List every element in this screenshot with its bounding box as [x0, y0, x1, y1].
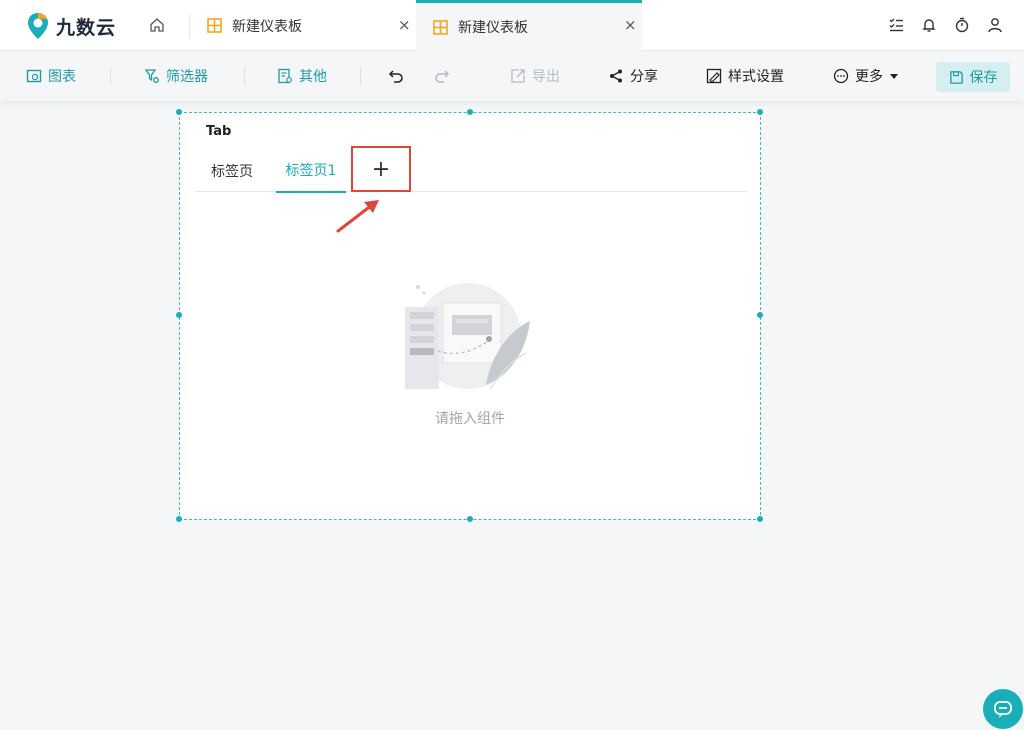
bell-icon[interactable] [920, 14, 938, 36]
tab-component[interactable]: Tab 标签页 标签页1 + 请拖入组件 [176, 109, 763, 522]
annotation-arrow-icon [336, 200, 379, 233]
logo-icon [28, 13, 48, 39]
task-list-icon[interactable] [887, 14, 905, 36]
empty-state-illustration [405, 283, 530, 390]
export-icon [511, 69, 525, 83]
resize-handle[interactable] [467, 516, 473, 522]
tab-dashboard-1[interactable]: 新建仪表板 × [190, 0, 416, 51]
redo-icon [435, 70, 450, 83]
redo-button[interactable] [434, 51, 450, 101]
resize-handle[interactable] [757, 109, 763, 115]
chart-button[interactable]: 图表 [26, 51, 76, 101]
share-button[interactable]: 分享 [608, 51, 658, 101]
tab-title: 新建仪表板 [458, 20, 528, 36]
logo[interactable]: 九数云 [26, 12, 116, 40]
undo-icon [388, 70, 403, 83]
divider [360, 67, 361, 85]
resize-handle[interactable] [757, 312, 763, 318]
filter-icon [144, 69, 159, 83]
undo-button[interactable] [388, 51, 404, 101]
more-button[interactable]: 更多 [833, 51, 899, 101]
dashboard-icon [433, 19, 448, 35]
home-icon [150, 18, 164, 32]
caret-down-icon [890, 74, 898, 79]
add-tab-button[interactable]: + [351, 146, 411, 192]
other-icon [278, 68, 292, 84]
filter-button[interactable]: 筛选器 [144, 51, 208, 101]
divider [244, 67, 245, 85]
chart-icon [26, 69, 42, 83]
dashboard-icon [207, 18, 222, 33]
save-button[interactable]: 保存 [936, 62, 1010, 92]
tab-page-1[interactable]: 标签页1 [276, 149, 346, 193]
resize-handle[interactable] [757, 516, 763, 522]
export-button[interactable]: 导出 [510, 51, 560, 101]
component-title: Tab [206, 124, 232, 139]
more-icon [833, 68, 849, 84]
help-button[interactable] [983, 689, 1023, 729]
home-button[interactable] [146, 14, 168, 36]
empty-state-text: 请拖入组件 [435, 411, 505, 427]
toolbar: 图表 筛选器 其他 导出 分享 样式设置 更多 [0, 51, 1024, 101]
tab-page[interactable]: 标签页 [211, 149, 253, 192]
style-settings-button[interactable]: 样式设置 [706, 51, 784, 101]
save-icon [949, 70, 963, 84]
timer-icon[interactable] [953, 14, 971, 36]
tab-dashboard-2[interactable]: 新建仪表板 × [416, 0, 642, 51]
resize-handle[interactable] [176, 516, 182, 522]
style-icon [706, 68, 722, 84]
other-button[interactable]: 其他 [277, 51, 327, 101]
tab-title: 新建仪表板 [232, 18, 302, 35]
top-right-icons [887, 14, 1004, 36]
resize-handle[interactable] [176, 312, 182, 318]
close-icon[interactable]: × [398, 16, 411, 34]
user-icon[interactable] [986, 14, 1004, 36]
component-tabs: 标签页 标签页1 [194, 149, 747, 193]
logo-text: 九数云 [56, 16, 117, 39]
divider [110, 67, 111, 85]
resize-handle[interactable] [467, 109, 473, 115]
help-icon [994, 701, 1012, 718]
top-bar: 九数云 新建仪表板 × 新建仪表板 × [0, 0, 1024, 51]
close-icon[interactable]: × [624, 16, 637, 34]
share-icon [610, 69, 622, 83]
resize-handle[interactable] [176, 109, 182, 115]
